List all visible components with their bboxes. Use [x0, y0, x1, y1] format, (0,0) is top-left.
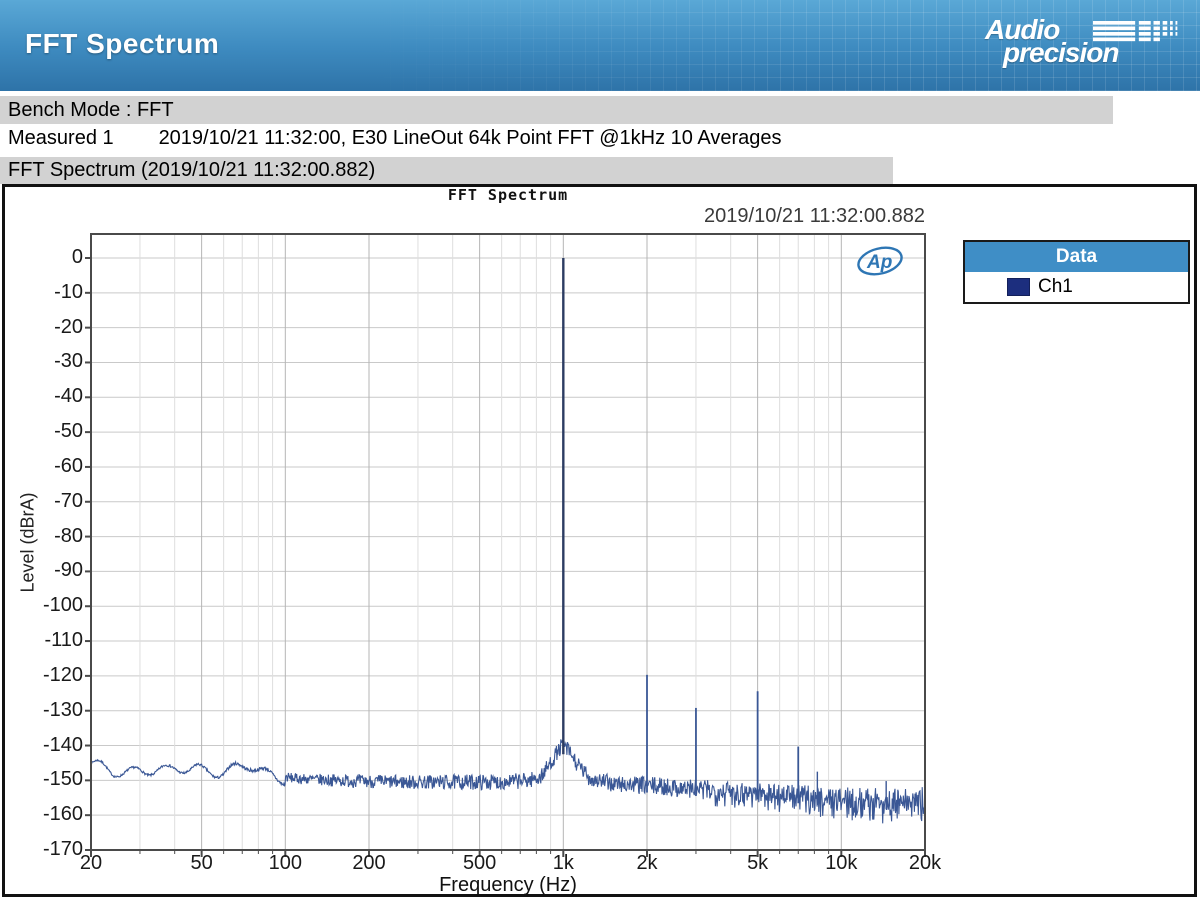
- ap-swoosh-icon: Ap: [853, 244, 907, 278]
- y-tick-label: -50: [5, 420, 83, 443]
- y-tick-label: -70: [5, 490, 83, 513]
- x-tick-label: 50: [170, 852, 234, 875]
- measured-value: 2019/10/21 11:32:00, E30 LineOut 64k Poi…: [159, 124, 782, 152]
- ap-report-page: FFT Spectrum Audio precision Bench Mode …: [0, 0, 1200, 900]
- bench-mode-bar: Bench Mode : FFT: [0, 96, 1113, 124]
- series-label: Ch1: [1038, 276, 1073, 298]
- x-tick-label: 200: [337, 852, 401, 875]
- legend: Data Ch1: [963, 240, 1190, 304]
- chart-timestamp: 2019/10/21 11:32:00.882: [704, 205, 925, 228]
- logo-word-precision: precision: [1003, 39, 1118, 67]
- y-tick-label: -130: [5, 699, 83, 722]
- chart-title: FFT Spectrum: [91, 186, 925, 204]
- x-tick-label: 20k: [893, 852, 957, 875]
- x-tick-label: 10k: [809, 852, 873, 875]
- legend-header: Data: [965, 242, 1188, 272]
- svg-text:Ap: Ap: [866, 252, 892, 273]
- y-tick-label: -60: [5, 455, 83, 478]
- y-tick-label: 0: [5, 246, 83, 269]
- x-tick-label: 5k: [726, 852, 790, 875]
- logo-bars-icon: [1091, 21, 1183, 43]
- y-tick-label: -90: [5, 559, 83, 582]
- x-tick-label: 500: [448, 852, 512, 875]
- y-tick-label: -30: [5, 350, 83, 373]
- page-title: FFT Spectrum: [25, 28, 219, 60]
- x-tick-label: 1k: [531, 852, 595, 875]
- x-axis-title: Frequency (Hz): [91, 874, 925, 897]
- bench-mode-text: Bench Mode : FFT: [8, 96, 174, 124]
- graph-title-bar: FFT Spectrum (2019/10/21 11:32:00.882): [0, 157, 893, 184]
- y-tick-label: -10: [5, 281, 83, 304]
- audio-precision-logo: Audio precision: [983, 16, 1193, 72]
- x-tick-label: 20: [59, 852, 123, 875]
- y-tick-label: -80: [5, 525, 83, 548]
- y-tick-label: -20: [5, 316, 83, 339]
- chart-frame: FFT Spectrum 2019/10/21 11:32:00.882 Lev…: [2, 184, 1197, 897]
- y-tick-label: -100: [5, 594, 83, 617]
- y-tick-label: -160: [5, 803, 83, 826]
- series-swatch: [1007, 278, 1030, 296]
- legend-series-ch1: Ch1: [965, 272, 1188, 302]
- y-tick-label: -140: [5, 734, 83, 757]
- measured-bar: Measured 1 2019/10/21 11:32:00, E30 Line…: [0, 124, 1200, 152]
- measured-label: Measured 1: [8, 124, 153, 152]
- y-tick-label: -110: [5, 629, 83, 652]
- y-tick-label: -40: [5, 385, 83, 408]
- y-tick-label: -150: [5, 768, 83, 791]
- x-tick-label: 2k: [615, 852, 679, 875]
- graph-title-text: FFT Spectrum (2019/10/21 11:32:00.882): [8, 157, 375, 184]
- y-tick-label: -120: [5, 664, 83, 687]
- report-banner: FFT Spectrum Audio precision: [0, 0, 1200, 91]
- x-tick-label: 100: [253, 852, 317, 875]
